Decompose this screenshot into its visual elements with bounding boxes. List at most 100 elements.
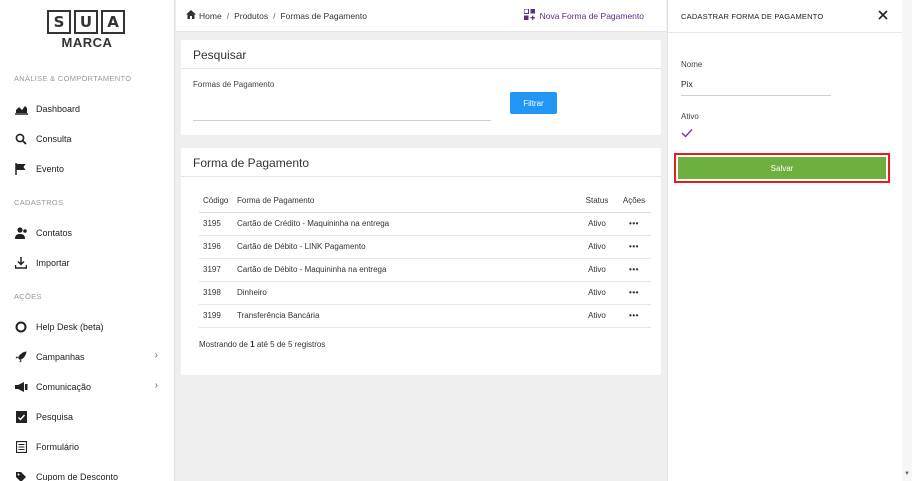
topbar: Home / Produtos / Formas de Pagamento No…: [176, 0, 666, 32]
sidebar-item-campanhas[interactable]: Campanhas ›: [14, 348, 164, 366]
pagination-prefix: Mostrando de: [199, 340, 251, 349]
cell-status: Ativo: [577, 304, 617, 328]
chevron-right-icon: ›: [154, 380, 158, 391]
table-header-row: Código Forma de Pagamento Status Ações: [199, 190, 651, 213]
cell-status: Ativo: [577, 281, 617, 305]
payment-method-field-label: Formas de Pagamento: [193, 80, 275, 89]
pagination-suffix: até 5 de 5 registros: [254, 340, 326, 349]
breadcrumb-products[interactable]: Produtos: [234, 11, 268, 21]
new-payment-method-button[interactable]: Nova Forma de Pagamento: [523, 8, 644, 22]
logo-text: MARCA: [61, 35, 113, 50]
column-header-code[interactable]: Código: [199, 190, 233, 213]
panel-title: CADASTRAR FORMA DE PAGAMENTO: [681, 12, 824, 21]
download-icon: [14, 256, 28, 270]
section-title-acoes: AÇÕES: [14, 292, 42, 301]
sidebar-item-importar[interactable]: Importar: [14, 254, 164, 272]
add-grid-icon: [523, 8, 535, 22]
table-row[interactable]: 3195 Cartão de Crédito - Maquininha na e…: [199, 212, 651, 236]
sidebar-item-contatos[interactable]: Contatos: [14, 224, 164, 242]
table-row[interactable]: 3196 Cartão de Débito - LINK Pagamento A…: [199, 235, 651, 259]
coupon-icon: [14, 470, 28, 481]
sidebar-item-label: Formulário: [36, 442, 80, 452]
sidebar-item-label: Dashboard: [36, 104, 81, 114]
users-icon: [14, 226, 28, 240]
scrollbar[interactable]: ▼: [902, 0, 912, 481]
megaphone-icon: [14, 380, 28, 394]
sidebar-item-dashboard[interactable]: Dashboard: [14, 100, 164, 118]
cell-code: 3199: [199, 304, 233, 328]
row-actions-menu-icon[interactable]: •••: [617, 281, 651, 305]
brand-logo[interactable]: S U A MARCA: [47, 10, 127, 50]
sidebar-item-cupom[interactable]: Cupom de Desconto: [14, 468, 164, 481]
section-title-cadastros: CADASTROS: [14, 198, 64, 207]
table-row[interactable]: 3198 Dinheiro Ativo •••: [199, 281, 651, 305]
form-icon: [14, 440, 28, 454]
breadcrumb-separator: /: [273, 10, 276, 21]
active-checkbox[interactable]: [681, 128, 693, 141]
cell-status: Ativo: [577, 258, 617, 282]
logo-letter: A: [101, 10, 125, 34]
sidebar-item-label: Contatos: [36, 228, 73, 238]
sidebar-item-comunicacao[interactable]: Comunicação ›: [14, 378, 164, 396]
row-actions-menu-icon[interactable]: •••: [617, 235, 651, 259]
search-card-title: Pesquisar: [193, 48, 247, 62]
column-header-name[interactable]: Forma de Pagamento: [233, 190, 577, 213]
survey-icon: [14, 410, 28, 424]
payment-method-search-input[interactable]: [193, 120, 491, 121]
breadcrumb-current: Formas de Pagamento: [280, 10, 367, 21]
name-input[interactable]: Pix: [681, 79, 693, 89]
flag-icon: [14, 162, 28, 176]
cell-status: Ativo: [577, 212, 617, 236]
search-card: Pesquisar Formas de Pagamento Filtrar: [181, 40, 661, 135]
chart-icon: [14, 102, 28, 116]
table-row[interactable]: 3199 Transferência Bancária Ativo •••: [199, 304, 651, 328]
sidebar-item-help-desk[interactable]: Help Desk (beta): [14, 318, 164, 336]
sidebar-item-label: Help Desk (beta): [36, 322, 104, 332]
sidebar-item-label: Importar: [36, 258, 70, 268]
sidebar-item-consulta[interactable]: Consulta: [14, 130, 164, 148]
divider: [668, 32, 912, 33]
section-title-analysis: ANÁLISE & COMPORTAMENTO: [14, 74, 132, 83]
close-icon[interactable]: [878, 7, 888, 23]
cell-name: Cartão de Débito - LINK Pagamento: [233, 235, 577, 259]
cell-name: Transferência Bancária: [233, 304, 577, 328]
cell-name: Cartão de Débito - Maquininha na entrega: [233, 258, 577, 282]
save-button-highlight: Salvar: [674, 153, 890, 183]
table-row[interactable]: 3197 Cartão de Débito - Maquininha na en…: [199, 258, 651, 282]
name-input-underline: [681, 95, 831, 96]
logo-letter: S: [47, 10, 71, 34]
sidebar-item-label: Cupom de Desconto: [36, 472, 119, 481]
register-payment-method-panel: CADASTRAR FORMA DE PAGAMENTO Nome Pix At…: [667, 0, 912, 481]
scroll-down-icon[interactable]: ▼: [904, 471, 910, 477]
sidebar: S U A MARCA ANÁLISE & COMPORTAMENTO Dash…: [0, 0, 175, 481]
breadcrumb: Home / Produtos / Formas de Pagamento: [186, 10, 367, 21]
logo-letters: S U A: [47, 10, 127, 34]
sidebar-item-label: Pesquisa: [36, 412, 74, 422]
row-actions-menu-icon[interactable]: •••: [617, 258, 651, 282]
row-actions-menu-icon[interactable]: •••: [617, 304, 651, 328]
save-button[interactable]: Salvar: [678, 157, 886, 179]
cell-name: Dinheiro: [233, 281, 577, 305]
cell-name: Cartão de Crédito - Maquininha na entreg…: [233, 212, 577, 236]
sidebar-item-label: Consulta: [36, 134, 72, 144]
chevron-right-icon: ›: [154, 350, 158, 361]
sidebar-item-label: Evento: [36, 164, 65, 174]
row-actions-menu-icon[interactable]: •••: [617, 212, 651, 236]
sidebar-item-formulario[interactable]: Formulário: [14, 438, 164, 456]
cell-code: 3197: [199, 258, 233, 282]
filter-button[interactable]: Filtrar: [510, 92, 557, 114]
active-field-label: Ativo: [681, 112, 699, 121]
breadcrumb-home[interactable]: Home: [199, 11, 222, 21]
sidebar-item-label: Campanhas: [36, 352, 85, 362]
breadcrumb-separator: /: [226, 10, 230, 21]
payment-methods-table: Código Forma de Pagamento Status Ações 3…: [199, 190, 651, 328]
sidebar-item-evento[interactable]: Evento: [14, 160, 164, 178]
new-payment-method-label: Nova Forma de Pagamento: [539, 10, 644, 21]
payment-methods-card: Forma de Pagamento Código Forma de Pagam…: [181, 148, 661, 375]
search-icon: [14, 132, 28, 146]
name-field-label: Nome: [681, 60, 703, 69]
home-icon: [186, 10, 196, 21]
sidebar-item-pesquisa[interactable]: Pesquisa: [14, 408, 164, 426]
cell-status: Ativo: [577, 235, 617, 259]
column-header-status[interactable]: Status: [577, 190, 617, 213]
